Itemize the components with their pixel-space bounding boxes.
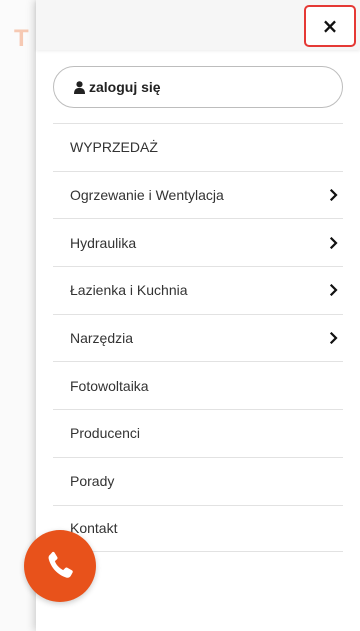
menu-item[interactable]: WYPRZEDAŻ [53, 123, 343, 171]
phone-icon [48, 551, 73, 578]
menu-item-label: Łazienka i Kuchnia [70, 282, 188, 299]
menu-item[interactable]: Hydraulika [53, 218, 343, 266]
menu-item[interactable]: Ogrzewanie i Wentylacja [53, 170, 343, 219]
chevron-right-icon [329, 189, 338, 202]
menu-item-label: Porady [70, 473, 115, 490]
chevron-right-icon [329, 332, 338, 345]
menu-item[interactable]: Fotowoltaika [53, 361, 343, 409]
menu-item-label: Ogrzewanie i Wentylacja [70, 187, 224, 204]
menu-item-label: Producenci [70, 425, 141, 442]
category-menu: WYPRZEDAŻ Ogrzewanie i Wentylacja Hydrauli… [53, 123, 343, 553]
menu-item[interactable]: Kontakt [53, 504, 343, 553]
side-menu-drawer: × zaloguj się WYPRZEDAŻ Ogrzewanie i Went… [36, 0, 360, 631]
close-icon: × [321, 14, 339, 38]
login-button[interactable]: zaloguj się [53, 66, 343, 108]
page: T × zaloguj się WYPRZEDAŻ Ogrzewanie i We… [0, 0, 360, 631]
menu-item-label: WYPRZEDAŻ [70, 139, 158, 156]
menu-item-label: Hydraulika [70, 234, 137, 251]
login-wrapper: zaloguj się [36, 50, 360, 108]
menu-item-label: Fotowoltaika [70, 377, 149, 394]
menu-item[interactable]: Łazienka i Kuchnia [53, 266, 343, 314]
chevron-right-icon [329, 236, 338, 249]
menu-item[interactable]: Porady [53, 456, 343, 505]
user-icon [74, 80, 85, 94]
menu-item-label: Narzędzia [70, 330, 134, 347]
menu-item[interactable]: Producenci [53, 409, 343, 457]
chevron-right-icon [329, 284, 338, 297]
close-menu-button[interactable]: × [304, 5, 356, 47]
phone-call-button[interactable] [24, 530, 96, 602]
menu-item[interactable]: Narzędzia [53, 313, 343, 362]
login-label: zaloguj się [89, 79, 161, 95]
drawer-header: × [36, 0, 360, 50]
